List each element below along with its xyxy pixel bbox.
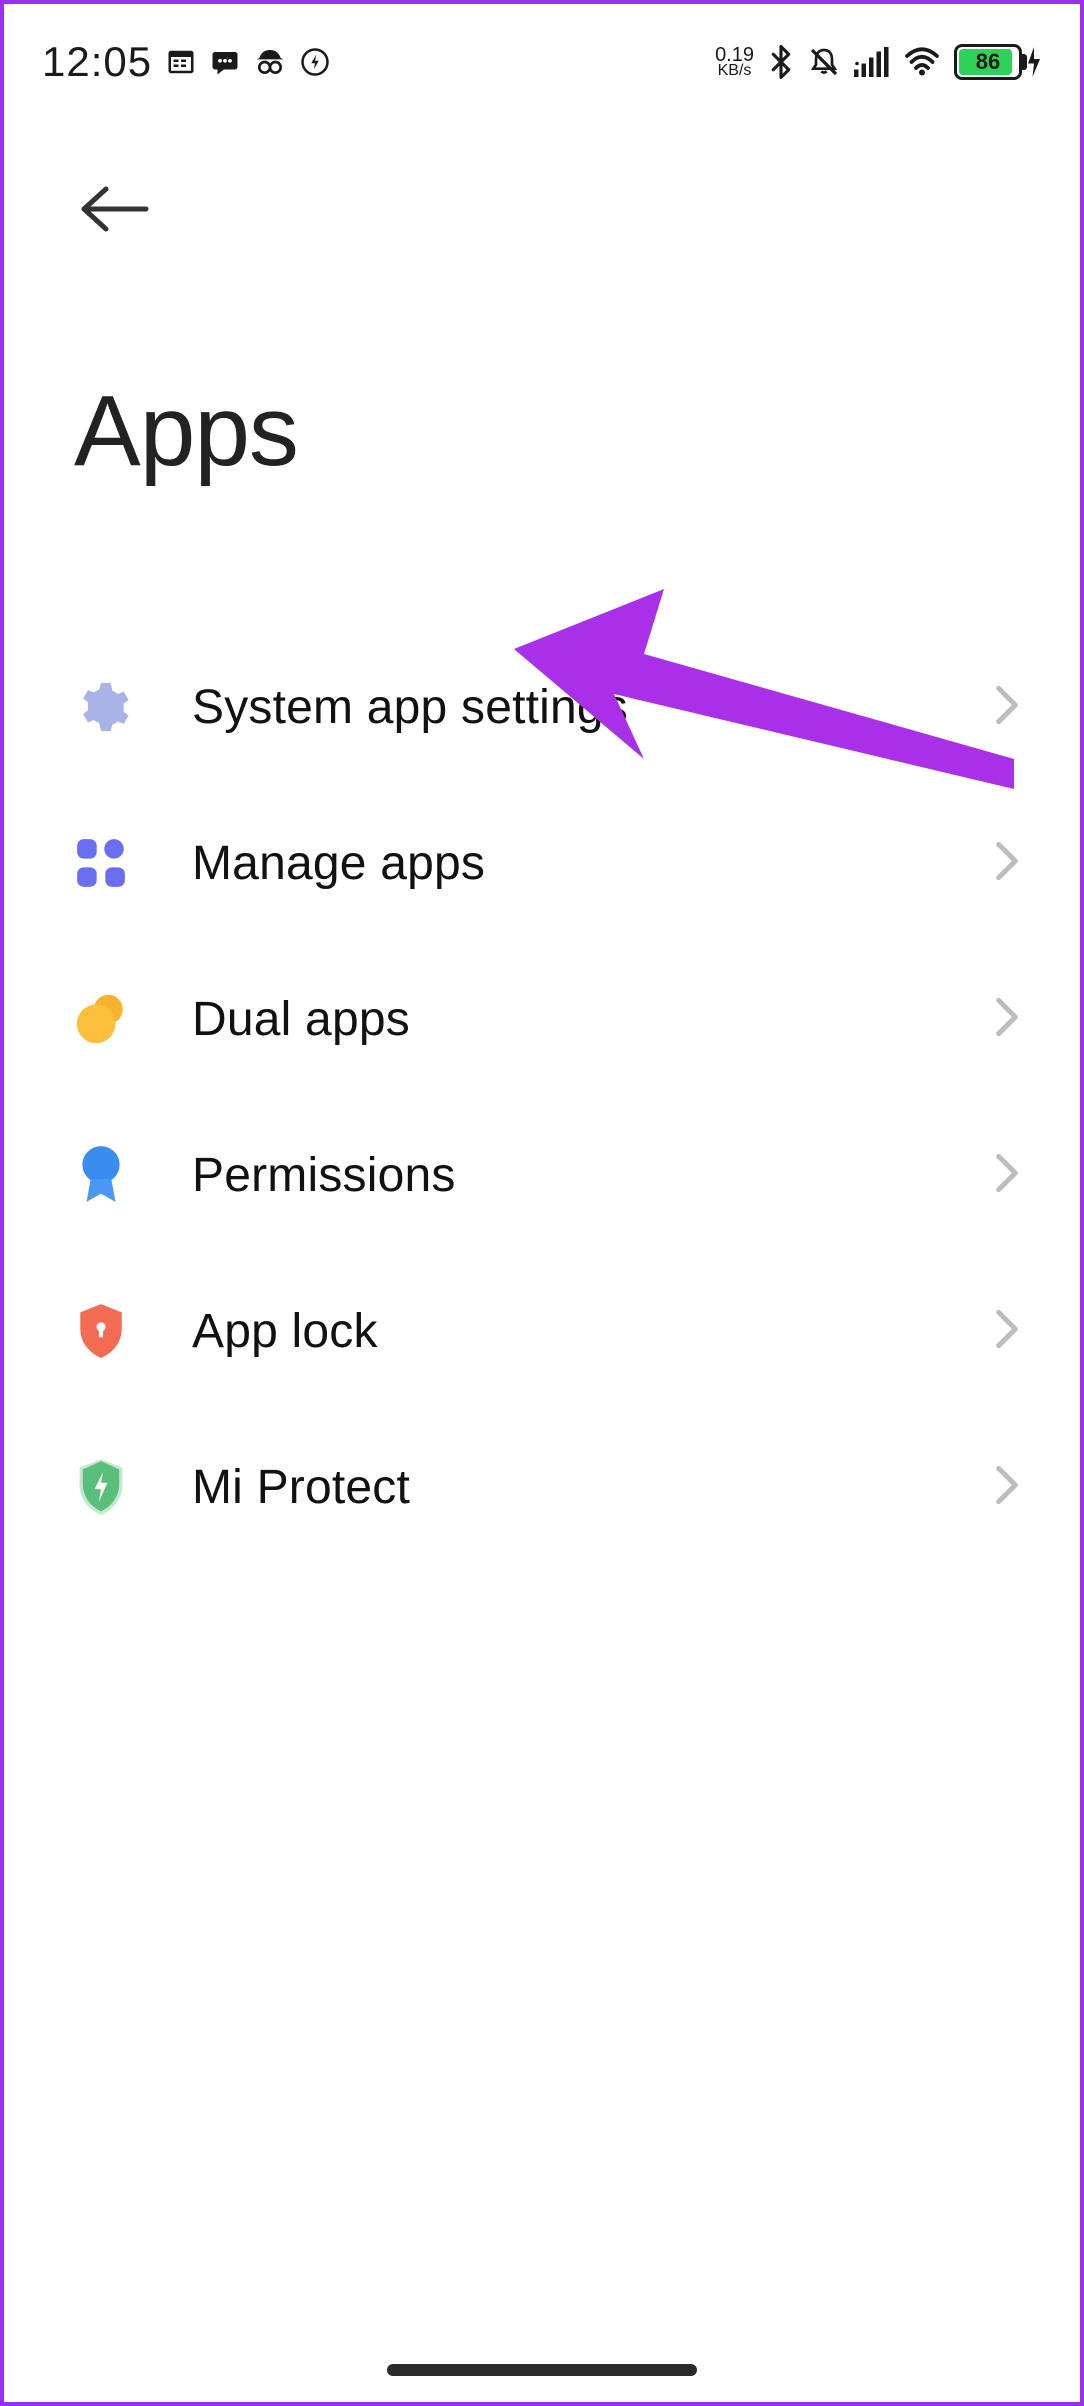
row-system-app-settings[interactable]: System app settings <box>64 629 1020 785</box>
shield-bolt-icon <box>64 1450 138 1524</box>
arrow-left-icon <box>74 182 152 236</box>
row-manage-apps[interactable]: Manage apps <box>64 785 1020 941</box>
row-label: Dual apps <box>192 992 940 1047</box>
row-dual-apps[interactable]: Dual apps <box>64 941 1020 1097</box>
chevron-right-icon <box>994 841 1020 886</box>
chevron-right-icon <box>994 685 1020 730</box>
row-label: Manage apps <box>192 836 940 891</box>
award-icon <box>64 1138 138 1212</box>
row-app-lock[interactable]: App lock <box>64 1253 1020 1409</box>
status-time: 12:05 <box>42 38 152 86</box>
row-permissions[interactable]: Permissions <box>64 1097 1020 1253</box>
network-speed: 0.19 KB/s <box>715 46 754 78</box>
bolt-circle-icon <box>300 47 330 77</box>
bluetooth-icon <box>768 45 794 79</box>
chevron-right-icon <box>994 1465 1020 1510</box>
header: Apps <box>4 104 1080 489</box>
battery-percent: 86 <box>976 49 1000 75</box>
charging-icon <box>1026 47 1042 77</box>
calendar-icon <box>166 47 196 77</box>
status-bar: 12:05 0.19 KB/s <box>4 4 1080 104</box>
row-label: System app settings <box>192 680 940 735</box>
shield-lock-icon <box>64 1294 138 1368</box>
chevron-right-icon <box>994 997 1020 1042</box>
signal-icon <box>854 47 890 77</box>
incognito-icon <box>254 47 286 77</box>
home-indicator[interactable] <box>387 2364 697 2376</box>
status-right: 0.19 KB/s 86 <box>715 44 1042 80</box>
row-label: App lock <box>192 1304 940 1359</box>
page-title: Apps <box>74 374 1020 489</box>
back-button[interactable] <box>74 164 164 254</box>
bell-muted-icon <box>808 46 840 78</box>
status-left: 12:05 <box>42 38 330 86</box>
row-mi-protect[interactable]: Mi Protect <box>64 1409 1020 1565</box>
dual-circle-icon <box>64 982 138 1056</box>
row-label: Permissions <box>192 1148 940 1203</box>
battery-indicator: 86 <box>954 44 1042 80</box>
message-icon <box>210 47 240 77</box>
gear-icon <box>64 670 138 744</box>
chevron-right-icon <box>994 1309 1020 1354</box>
settings-list: System app settings Manage apps Dual app… <box>4 629 1080 1565</box>
chevron-right-icon <box>994 1153 1020 1198</box>
wifi-icon <box>904 47 940 77</box>
apps-grid-icon <box>64 826 138 900</box>
row-label: Mi Protect <box>192 1460 940 1515</box>
